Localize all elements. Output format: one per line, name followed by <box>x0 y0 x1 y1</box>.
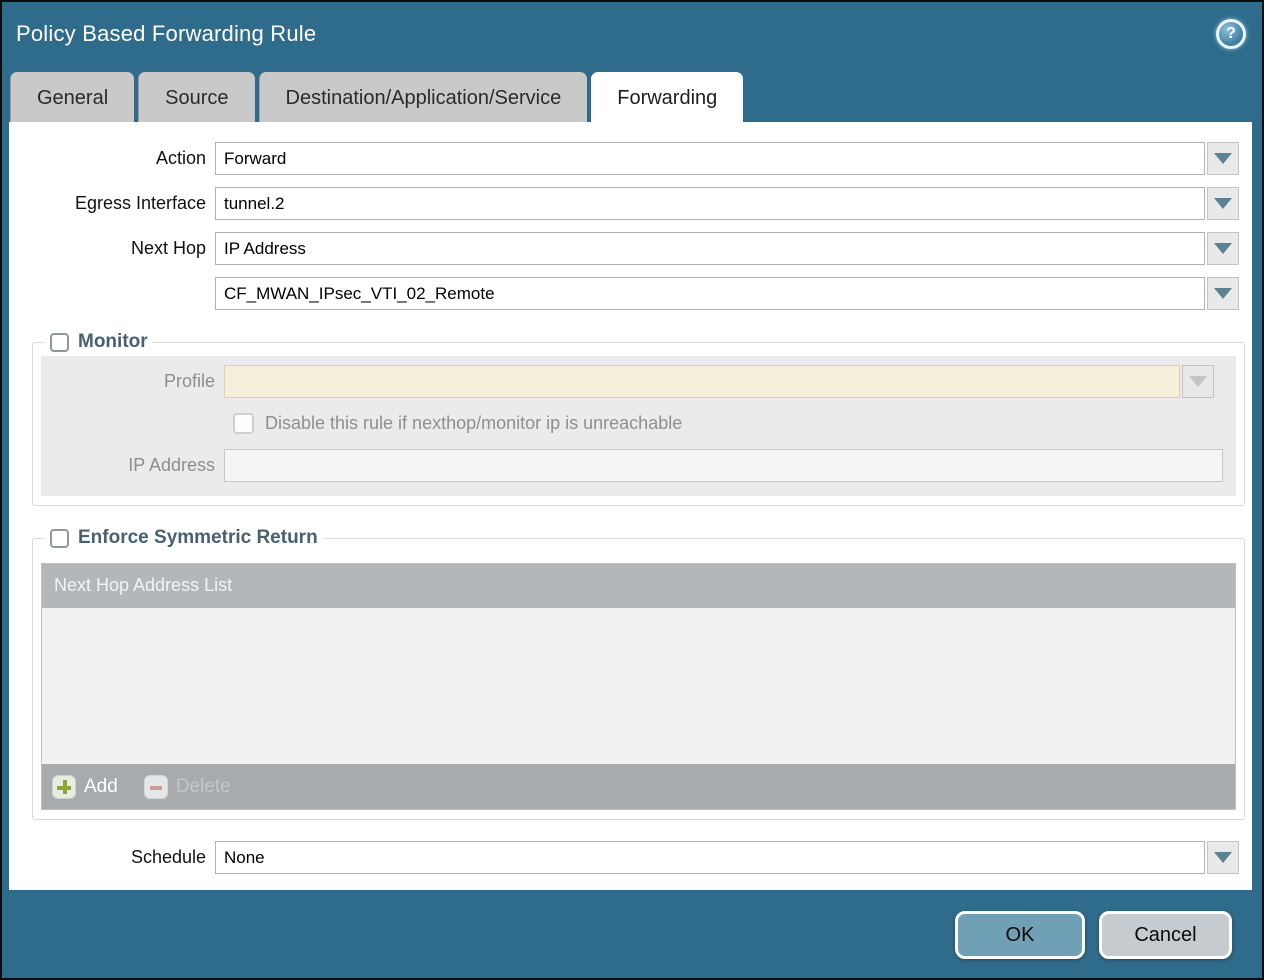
tab-general[interactable]: General <box>10 72 134 122</box>
next-hop-address-list-body[interactable] <box>42 608 1235 764</box>
plus-icon <box>52 775 76 799</box>
action-input[interactable] <box>215 142 1205 175</box>
dialog-action-buttons: OK Cancel <box>955 911 1232 959</box>
profile-label: Profile <box>41 371 224 392</box>
delete-button: Delete <box>144 775 231 799</box>
cancel-button[interactable]: Cancel <box>1099 911 1232 959</box>
next-hop-type-input[interactable] <box>215 232 1205 265</box>
next-hop-label: Next Hop <box>9 238 215 259</box>
next-hop-address-list-header: Next Hop Address List <box>42 564 1235 608</box>
add-button-label: Add <box>84 776 118 798</box>
action-dropdown-button[interactable] <box>1207 142 1239 175</box>
chevron-down-icon <box>1214 198 1232 209</box>
forwarding-tab-panel: Action Egress Interface Next Hop <box>9 122 1252 890</box>
next-hop-dropdown-button[interactable] <box>1207 232 1239 265</box>
help-icon[interactable]: ? <box>1216 19 1246 49</box>
disable-rule-label: Disable this rule if nexthop/monitor ip … <box>265 413 682 434</box>
policy-based-forwarding-dialog: Policy Based Forwarding Rule ? General S… <box>0 0 1264 980</box>
chevron-down-icon <box>1214 852 1232 863</box>
next-hop-address-list-footer: Add Delete <box>42 764 1235 809</box>
monitor-checkbox[interactable] <box>50 333 69 352</box>
disable-rule-row: Disable this rule if nexthop/monitor ip … <box>233 413 1223 434</box>
schedule-label: Schedule <box>9 847 215 868</box>
schedule-input[interactable] <box>215 841 1205 874</box>
next-hop-row: Next Hop <box>9 232 1239 265</box>
action-label: Action <box>9 148 215 169</box>
egress-interface-row: Egress Interface <box>9 187 1239 220</box>
ok-button[interactable]: OK <box>955 911 1085 959</box>
monitor-body: Profile Disable this rule if nexthop/mon… <box>41 356 1236 496</box>
monitor-section: Monitor Profile Disable this rule if nex… <box>32 331 1245 506</box>
tab-destination-application-service[interactable]: Destination/Application/Service <box>259 72 588 122</box>
monitor-ip-address-row: IP Address <box>41 449 1223 482</box>
dialog-title: Policy Based Forwarding Rule <box>16 21 316 47</box>
egress-interface-input[interactable] <box>215 187 1205 220</box>
disable-rule-checkbox <box>233 413 254 434</box>
enforce-symmetric-return-section: Enforce Symmetric Return Next Hop Addres… <box>32 527 1245 820</box>
monitor-ip-address-label: IP Address <box>41 455 224 476</box>
monitor-ip-address-input <box>224 449 1223 482</box>
enforce-symmetric-return-legend: Enforce Symmetric Return <box>45 527 323 549</box>
tab-forwarding[interactable]: Forwarding <box>591 72 743 122</box>
profile-dropdown-button <box>1182 365 1214 398</box>
profile-row: Profile <box>41 365 1214 398</box>
chevron-down-icon <box>1214 243 1232 254</box>
monitor-legend-label: Monitor <box>78 331 148 353</box>
next-hop-address-input[interactable] <box>215 277 1205 310</box>
minus-icon <box>144 775 168 799</box>
tab-source[interactable]: Source <box>138 72 254 122</box>
chevron-down-icon <box>1214 288 1232 299</box>
egress-interface-dropdown-button[interactable] <box>1207 187 1239 220</box>
action-row: Action <box>9 142 1239 175</box>
chevron-down-icon <box>1214 153 1232 164</box>
chevron-down-icon <box>1189 376 1207 387</box>
monitor-legend: Monitor <box>45 331 153 353</box>
enforce-symmetric-return-checkbox[interactable] <box>50 529 69 548</box>
tab-bar: General Source Destination/Application/S… <box>10 72 743 122</box>
egress-interface-label: Egress Interface <box>9 193 215 214</box>
next-hop-address-row <box>9 277 1239 310</box>
enforce-symmetric-return-legend-label: Enforce Symmetric Return <box>78 527 318 549</box>
next-hop-address-dropdown-button[interactable] <box>1207 277 1239 310</box>
schedule-dropdown-button[interactable] <box>1207 841 1239 874</box>
next-hop-address-table: Next Hop Address List Add Delete <box>41 563 1236 810</box>
add-button[interactable]: Add <box>52 775 118 799</box>
profile-input <box>224 365 1180 398</box>
delete-button-label: Delete <box>176 776 231 798</box>
schedule-row: Schedule <box>9 841 1239 874</box>
